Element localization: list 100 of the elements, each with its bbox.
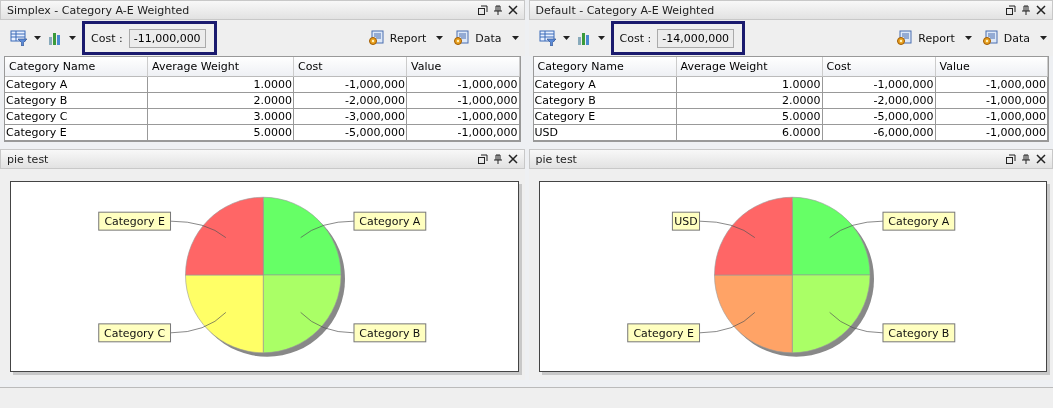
restore-icon[interactable] [1006, 154, 1016, 164]
close-icon[interactable] [1036, 154, 1046, 164]
leader-line [170, 312, 227, 334]
cost-label: Cost : [619, 31, 652, 45]
restore-icon[interactable] [477, 154, 488, 164]
panel-title: pie test [7, 152, 49, 166]
slice-label: USD [671, 211, 700, 231]
caret-icon[interactable] [436, 36, 444, 40]
slice-label: Category B [359, 326, 421, 340]
slice-label: Category A [882, 211, 955, 231]
bar-chart-icon[interactable] [47, 30, 63, 46]
pin-icon[interactable] [1022, 154, 1030, 164]
slice-label: Category B [887, 326, 949, 340]
column-header[interactable]: Cost [294, 57, 407, 77]
table-cell: -6,000,000 [822, 125, 936, 141]
column-header[interactable]: Average Weight [676, 57, 823, 77]
table-cell: -1,000,000 [935, 93, 1048, 109]
table-filter-icon[interactable] [538, 30, 557, 46]
cost-field: -14,000,000 [657, 28, 735, 48]
close-icon[interactable] [507, 5, 518, 15]
table-cell: Category A [5, 77, 148, 93]
slice-label: Category A [359, 215, 421, 229]
slice-label: Category B [353, 323, 427, 343]
table-cell: 5.0000 [676, 109, 823, 125]
caret-icon[interactable] [597, 36, 605, 40]
report-button[interactable]: Report [363, 30, 431, 46]
table-cell: -2,000,000 [822, 93, 936, 109]
slice-label: Category E [626, 323, 700, 343]
table-cell: -3,000,000 [294, 109, 407, 125]
data-button[interactable]: Data [449, 30, 506, 46]
table-cell: 2.0000 [148, 93, 294, 109]
table-cell: Category C [5, 109, 148, 125]
leader-line [300, 312, 355, 334]
pin-icon[interactable] [493, 154, 502, 164]
restore-icon[interactable] [1006, 5, 1016, 15]
caret-icon[interactable] [1040, 36, 1047, 40]
leader-line [828, 220, 883, 238]
gear-document-icon [453, 30, 470, 46]
data-button[interactable]: Data [977, 30, 1034, 46]
column-header[interactable]: Cost [822, 57, 936, 77]
bar-chart-icon[interactable] [575, 30, 592, 46]
table-cell: Category E [533, 109, 677, 125]
restore-icon[interactable] [477, 5, 488, 15]
caret-icon[interactable] [511, 36, 519, 40]
slice-label: Category E [98, 211, 172, 231]
table-filter-icon[interactable] [10, 30, 28, 46]
table-cell: -1,000,000 [822, 77, 936, 93]
table-cell: Category B [533, 93, 677, 109]
close-icon[interactable] [1036, 5, 1046, 15]
table-cell: -1,000,000 [935, 77, 1048, 93]
table-cell: 1.0000 [148, 77, 294, 93]
table-cell: Category E [5, 125, 148, 141]
panel-title: Simplex - Category A-E Weighted [7, 3, 190, 17]
close-icon[interactable] [507, 154, 518, 164]
table-cell: 3.0000 [148, 109, 294, 125]
slice-label: Category E [632, 326, 694, 340]
slice-label: Category C [98, 323, 172, 343]
column-header[interactable]: Category Name [5, 57, 148, 77]
pin-icon[interactable] [1022, 5, 1030, 15]
slice-label: Category B [882, 323, 955, 343]
caret-icon[interactable] [964, 36, 972, 40]
column-header[interactable]: Value [407, 57, 520, 77]
table-cell: 6.0000 [676, 125, 823, 141]
slice-label: Category A [887, 215, 950, 229]
table-cell: 5.0000 [148, 125, 294, 141]
table-cell: -1,000,000 [294, 77, 407, 93]
table-cell: -2,000,000 [294, 93, 407, 109]
table-cell: -1,000,000 [407, 125, 520, 141]
caret-icon[interactable] [69, 36, 76, 40]
leader-line [300, 220, 355, 238]
slice-label: Category C [104, 326, 166, 340]
caret-icon[interactable] [34, 36, 41, 40]
leader-line [828, 312, 883, 334]
cost-field: -11,000,000 [128, 28, 206, 48]
table-cell: 1.0000 [676, 77, 823, 93]
cost-label: Cost : [91, 31, 123, 45]
table-cell: Category A [533, 77, 677, 93]
table-cell: Category B [5, 93, 148, 109]
panel-title: pie test [535, 152, 577, 166]
table-cell: 2.0000 [676, 93, 823, 109]
column-header[interactable]: Average Weight [148, 57, 294, 77]
caret-icon[interactable] [562, 36, 570, 40]
table-cell: -5,000,000 [294, 125, 407, 141]
panel-title: Default - Category A-E Weighted [535, 3, 715, 17]
leader-line [698, 312, 755, 334]
report-button[interactable]: Report [892, 30, 959, 46]
table-cell: -5,000,000 [822, 109, 936, 125]
table-cell: -1,000,000 [407, 93, 520, 109]
slice-label: Category E [104, 215, 165, 229]
table-cell: USD [533, 125, 677, 141]
gear-document-icon [367, 30, 384, 46]
column-header[interactable]: Value [935, 57, 1048, 77]
leader-line [170, 220, 227, 238]
slice-label: Category A [353, 211, 427, 231]
table-cell: -1,000,000 [407, 77, 520, 93]
pin-icon[interactable] [493, 5, 502, 15]
table-cell: -1,000,000 [935, 125, 1048, 141]
leader-line [698, 220, 755, 238]
column-header[interactable]: Category Name [533, 57, 677, 77]
gear-document-icon [981, 30, 998, 46]
